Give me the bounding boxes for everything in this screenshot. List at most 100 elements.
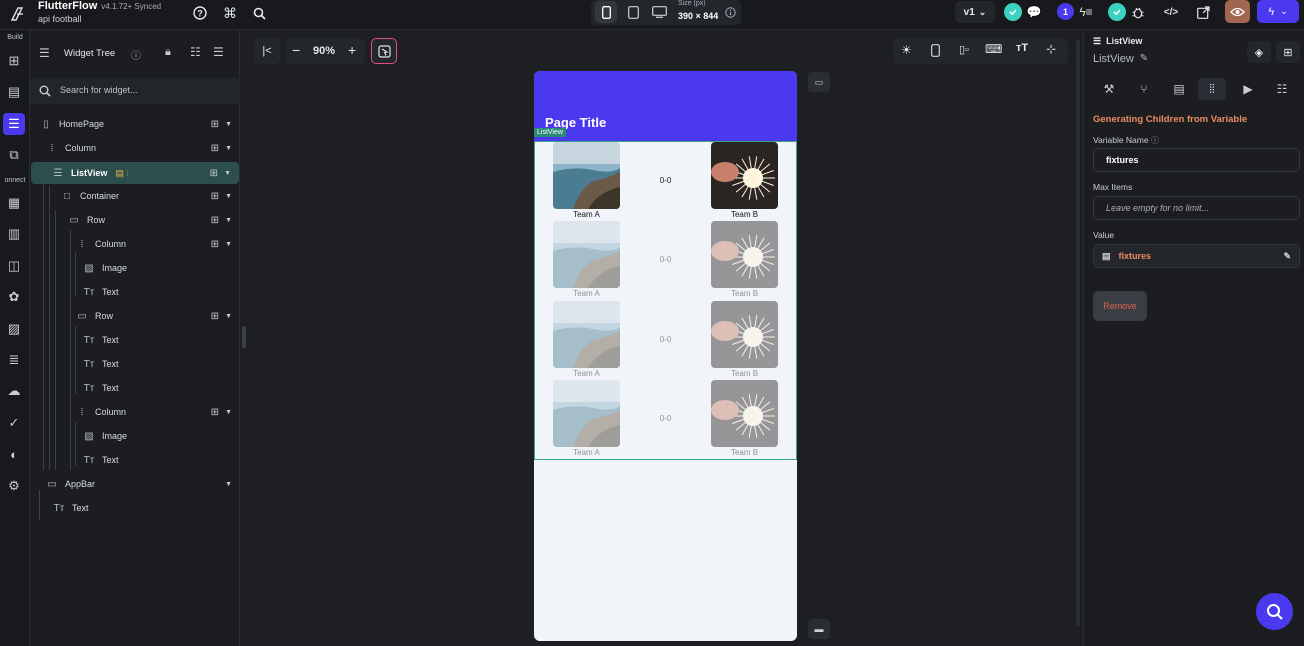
api-calls-icon[interactable]: ◫ (3, 255, 25, 277)
zoom-in-icon[interactable]: + (348, 42, 356, 58)
fixture-row[interactable]: Team A 0-0 Team B (534, 380, 797, 460)
test-check-icon[interactable]: ✓ (3, 412, 25, 434)
caret-down-icon[interactable]: ▼ (225, 241, 232, 248)
tree-item-homepage[interactable]: ▯ HomePage ⊞ ▼ (30, 114, 240, 134)
size-value[interactable]: 390 × 844 (678, 11, 718, 21)
filter-icon[interactable]: ☰ (213, 45, 224, 59)
tab-animations-play-icon[interactable]: ▶ (1234, 78, 1262, 100)
tab-properties-wand-icon[interactable]: ⚒ (1095, 78, 1123, 100)
add-child-icon[interactable]: ⊞ (211, 191, 219, 202)
tree-item-appbar[interactable]: ▭ AppBar ▼ (30, 474, 240, 494)
tree-item-row[interactable]: ▭ Row ⊞ ▼ (30, 306, 240, 326)
tab-documentation-icon[interactable]: ☷ (1268, 78, 1296, 100)
schema-icon[interactable]: ▥ (3, 223, 25, 245)
info-icon[interactable]: ⓘ (1151, 136, 1159, 145)
text-scale-icon[interactable]: ᴛT (1016, 42, 1028, 54)
edit-pencil-icon[interactable]: ✎ (1283, 251, 1291, 262)
collapse-all-icon[interactable]: ☷ (190, 45, 201, 59)
tree-item-text[interactable]: Tт Text (30, 450, 240, 470)
pages-icon[interactable]: ▤ (3, 81, 25, 103)
widget-search[interactable]: Search for widget... (30, 78, 240, 104)
open-external-icon[interactable] (1194, 3, 1212, 21)
tablet-device-icon[interactable] (622, 1, 644, 23)
caret-down-icon[interactable]: ▼ (225, 193, 232, 200)
actions-icon[interactable]: ϟ≡ (1077, 3, 1095, 21)
settings-gear-icon[interactable]: ⚙ (3, 475, 25, 497)
tab-actions-tree-icon[interactable]: ⑂ (1130, 78, 1158, 100)
help-icon[interactable]: ? (191, 4, 209, 22)
caret-down-icon[interactable]: ▼ (225, 481, 232, 488)
mobile-device-icon[interactable] (595, 1, 617, 23)
add-child-icon[interactable]: ⊞ (211, 143, 219, 154)
device-frame-icon[interactable] (931, 44, 940, 62)
tree-item-column[interactable]: ⦙ Column ⊞ ▼ (30, 138, 240, 158)
fixture-row[interactable]: Team A 0-0 Team B (534, 142, 797, 222)
tree-item-text[interactable]: Tт Text (30, 282, 240, 302)
tree-item-text[interactable]: Tт Text (30, 498, 240, 518)
caret-down-icon[interactable]: ▼ (225, 313, 232, 320)
version-select[interactable]: v1 ⌄ (955, 1, 995, 23)
search-input[interactable]: Search for widget... (60, 85, 138, 95)
tree-item-row[interactable]: ▭ Row ⊞ ▼ (30, 210, 240, 230)
tree-item-image[interactable]: ▨ Image (30, 258, 240, 278)
caret-down-icon[interactable]: ▼ (225, 121, 232, 128)
info-icon[interactable] (722, 4, 738, 20)
command-palette-icon[interactable]: ⌘ (221, 4, 239, 22)
add-child-icon[interactable]: ⊞ (211, 239, 219, 250)
add-child-icon[interactable]: ⊞ (211, 311, 219, 322)
theme-icon[interactable]: ◐ (3, 443, 25, 465)
fixture-row[interactable]: Team A 0-0 Team B (534, 221, 797, 301)
layout-nodes-icon[interactable]: ⊹ (1046, 42, 1056, 56)
max-items-field[interactable]: Leave empty for no limit... (1093, 196, 1300, 220)
tree-item-text[interactable]: Tт Text (30, 330, 240, 350)
flutterflow-logo-icon[interactable] (6, 3, 28, 25)
responsive-icon[interactable]: ▯▫ (959, 43, 969, 56)
integrations-icon[interactable]: ✿ (3, 286, 25, 308)
cloud-functions-icon[interactable]: ☁ (3, 380, 25, 402)
fixture-row[interactable]: Team A 0-0 Team B (534, 301, 797, 381)
keyboard-icon[interactable]: ⌨ (985, 42, 1002, 56)
tree-item-container[interactable]: □ Container ⊞ ▼ (30, 186, 240, 206)
add-widget-icon[interactable]: ⊞ (3, 50, 25, 72)
desktop-device-icon[interactable] (648, 1, 670, 23)
gem-icon[interactable]: ◈ (1247, 41, 1271, 63)
widget-name-row[interactable]: ListView ✎ (1093, 53, 1148, 65)
caret-down-icon[interactable]: ▼ (225, 217, 232, 224)
issues-check-icon[interactable] (1108, 3, 1126, 21)
app-bar[interactable]: Page Title (534, 71, 797, 141)
search-icon[interactable] (250, 4, 268, 22)
variable-name-field[interactable]: fixtures (1093, 148, 1300, 172)
code-view-icon[interactable]: </> (1161, 3, 1181, 21)
run-lightning-icon[interactable]: ϟ ⌄ (1257, 0, 1299, 23)
canvas-scrollbar[interactable] (1076, 40, 1080, 626)
caret-down-icon[interactable]: ▼ (224, 170, 231, 177)
media-assets-icon[interactable]: ▨ (3, 318, 25, 340)
storyboard-icon[interactable]: ⧉ (3, 144, 25, 166)
add-component-icon[interactable]: ⊞ (1276, 41, 1300, 63)
tree-scrollbar[interactable] (242, 326, 246, 348)
debug-bug-icon[interactable] (1129, 3, 1147, 21)
light-mode-sun-icon[interactable]: ☀ (901, 43, 912, 57)
remove-button[interactable]: Remove (1093, 291, 1147, 321)
tree-item-image[interactable]: ▨ Image (30, 426, 240, 446)
select-mode-icon[interactable] (371, 38, 397, 64)
database-icon[interactable]: ▦ (3, 192, 25, 214)
tree-item-column[interactable]: ⦙ Column ⊞ ▼ (30, 402, 240, 422)
edit-pencil-icon[interactable]: ✎ (1140, 53, 1148, 65)
add-child-icon[interactable]: ⊞ (211, 119, 219, 130)
preview-eye-icon[interactable] (1225, 0, 1250, 23)
info-icon[interactable]: ⓘ (131, 47, 141, 62)
caret-down-icon[interactable]: ▼ (225, 145, 232, 152)
tree-item-listview[interactable]: ☰ ListView ▤ ⦙ ⊞ ▼ (31, 162, 239, 184)
collapse-panel-icon[interactable]: |< (254, 38, 280, 64)
notification-badge[interactable]: 1 (1057, 3, 1074, 20)
comments-icon[interactable]: 💬 (1025, 3, 1043, 21)
tab-generate-children-icon[interactable]: ⦙⦙ (1198, 78, 1226, 100)
zoom-out-icon[interactable]: − (292, 42, 300, 58)
caret-down-icon[interactable]: ▼ (225, 409, 232, 416)
add-child-icon[interactable]: ⊞ (210, 168, 218, 179)
add-child-icon[interactable]: ⊞ (211, 215, 219, 226)
bottom-sheet-icon[interactable]: ▬ (808, 619, 830, 639)
tree-item-column[interactable]: ⦙ Column ⊞ ▼ (30, 234, 240, 254)
value-field[interactable]: ▤ fixtures ✎ (1093, 244, 1300, 268)
